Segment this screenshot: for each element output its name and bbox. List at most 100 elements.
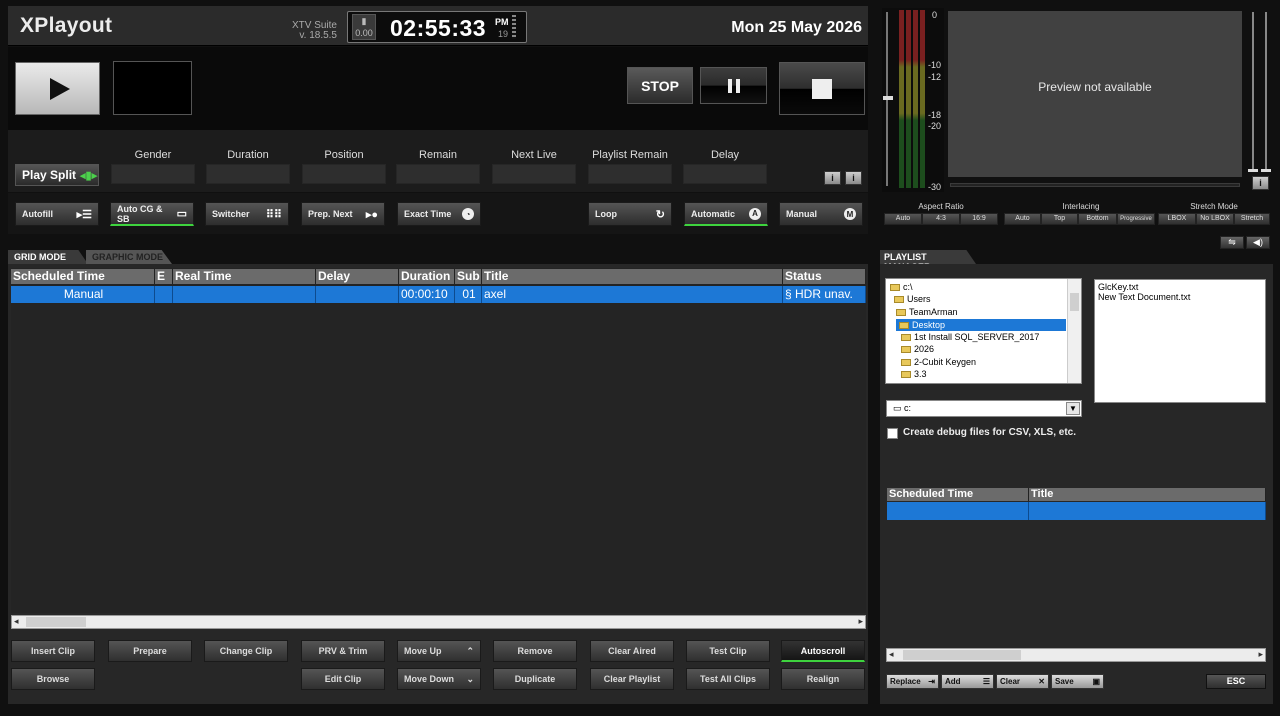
tree-scroll-thumb[interactable] xyxy=(1070,293,1079,311)
info-icon[interactable]: i xyxy=(824,171,841,185)
preview-seek-bar[interactable] xyxy=(950,183,1240,187)
automatic-button[interactable]: Automatic A xyxy=(684,202,768,226)
scroll-right-icon[interactable]: ▸ xyxy=(1258,649,1263,660)
autoscroll-button[interactable]: Autoscroll xyxy=(781,640,865,662)
test-clip-button[interactable]: Test Clip xyxy=(686,640,770,662)
col-status[interactable]: Status xyxy=(783,269,866,284)
debug-files-checkbox[interactable] xyxy=(887,428,898,439)
tree-node[interactable]: TeamArman xyxy=(896,306,958,318)
col-title[interactable]: Title xyxy=(482,269,783,284)
pm-table-row-title[interactable] xyxy=(1029,502,1266,520)
remove-button[interactable]: Remove xyxy=(493,640,577,662)
loop-button[interactable]: Loop ↻ xyxy=(588,202,672,226)
prepare-button[interactable]: Prepare xyxy=(108,640,192,662)
interlace-bottom-button[interactable]: Bottom xyxy=(1078,213,1117,225)
playlist-grid[interactable] xyxy=(11,268,866,613)
autofill-button[interactable]: Autofill ▸☰ xyxy=(15,202,99,226)
aspect-16-9-button[interactable]: 16:9 xyxy=(960,213,998,225)
tree-node-selected[interactable]: Desktop xyxy=(899,319,945,331)
switcher-button[interactable]: Switcher ⠿⠿ xyxy=(205,202,289,226)
tree-node[interactable]: 1st Install SQL_SERVER_2017 xyxy=(901,331,1039,343)
clear-button[interactable]: Clear ✕ xyxy=(996,674,1049,689)
dropdown-arrow-icon[interactable]: ▼ xyxy=(1066,402,1080,415)
file-item[interactable]: GlcKey.txt xyxy=(1098,282,1262,292)
stop-square-button[interactable] xyxy=(779,62,865,115)
pm-col-title[interactable]: Title xyxy=(1029,488,1266,501)
replace-button[interactable]: Replace ⇥ xyxy=(886,674,939,689)
tab-playlist-manager[interactable]: PLAYLIST MANAGER xyxy=(880,250,976,264)
move-up-button[interactable]: Move Up ⌃ xyxy=(397,640,481,662)
left-level-slider[interactable] xyxy=(1252,12,1254,172)
interlace-auto-button[interactable]: Auto xyxy=(1004,213,1041,225)
change-clip-button[interactable]: Change Clip xyxy=(204,640,288,662)
col-duration[interactable]: Duration xyxy=(399,269,455,284)
right-level-slider[interactable] xyxy=(1265,12,1267,172)
prep-next-button[interactable]: Prep. Next ▸● xyxy=(301,202,385,226)
folder-tree[interactable]: c:\ Users TeamArman Desktop 1st Install … xyxy=(885,278,1082,384)
speaker-icon[interactable]: ◀) xyxy=(1246,236,1270,249)
mixer-icon[interactable]: ⇋ xyxy=(1220,236,1244,249)
browse-button[interactable]: Browse xyxy=(11,668,95,690)
vu-label: 0 xyxy=(932,10,938,20)
stretch-lbox-button[interactable]: LBOX xyxy=(1158,213,1196,225)
left-level-knob[interactable] xyxy=(1248,169,1258,172)
tree-node[interactable]: c:\ xyxy=(890,281,913,293)
col-e[interactable]: E xyxy=(155,269,173,284)
realign-button[interactable]: Realign xyxy=(781,668,865,690)
aspect-4-3-button[interactable]: 4:3 xyxy=(922,213,960,225)
volume-slider-knob[interactable] xyxy=(883,96,893,100)
col-real-time[interactable]: Real Time xyxy=(173,269,316,284)
right-level-knob[interactable] xyxy=(1261,169,1271,172)
play-split-button[interactable]: Play Split ◂▮▸ xyxy=(15,164,99,186)
interlace-progressive-button[interactable]: Progressive xyxy=(1117,213,1155,225)
insert-clip-button[interactable]: Insert Clip xyxy=(11,640,95,662)
file-item[interactable]: New Text Document.txt xyxy=(1098,292,1262,302)
pause-button[interactable] xyxy=(700,67,767,104)
info-icon-2[interactable]: i xyxy=(845,171,862,185)
esc-button[interactable]: ESC xyxy=(1206,674,1266,689)
aspect-auto-button[interactable]: Auto xyxy=(884,213,922,225)
tree-scrollbar[interactable] xyxy=(1067,279,1081,383)
edit-clip-button[interactable]: Edit Clip xyxy=(301,668,385,690)
stop-button[interactable]: STOP xyxy=(627,67,693,104)
play-button[interactable] xyxy=(15,62,100,115)
clear-playlist-button[interactable]: Clear Playlist xyxy=(590,668,674,690)
prv-trim-button[interactable]: PRV & Trim xyxy=(301,640,385,662)
grid-horizontal-scrollbar[interactable]: ◂ ▸ xyxy=(11,615,866,629)
scroll-left-icon[interactable]: ◂ xyxy=(889,649,894,660)
pm-horizontal-scrollbar[interactable]: ◂ ▸ xyxy=(886,648,1266,662)
test-all-clips-button[interactable]: Test All Clips xyxy=(686,668,770,690)
exact-time-button[interactable]: Exact Time ◔ xyxy=(397,202,481,226)
col-sub[interactable]: Sub xyxy=(455,269,482,284)
tree-node[interactable]: 2026 xyxy=(901,343,934,355)
clear-aired-button[interactable]: Clear Aired xyxy=(590,640,674,662)
save-button[interactable]: Save ▣ xyxy=(1051,674,1104,689)
add-button[interactable]: Add ☰ xyxy=(941,674,994,689)
file-list[interactable]: GlcKey.txt New Text Document.txt xyxy=(1094,279,1266,403)
stretch-stretch-button[interactable]: Stretch xyxy=(1234,213,1270,225)
preview-info-icon[interactable]: i xyxy=(1252,176,1269,190)
exact-time-label: Exact Time xyxy=(404,209,452,219)
interlace-top-button[interactable]: Top xyxy=(1041,213,1078,225)
col-delay[interactable]: Delay xyxy=(316,269,399,284)
tree-node[interactable]: 2-Cubit Keygen xyxy=(901,356,976,368)
tree-node[interactable]: Users xyxy=(894,293,931,305)
clock-offset[interactable]: ▮ 0.00 xyxy=(352,14,376,40)
scroll-thumb[interactable] xyxy=(26,617,86,627)
pm-table-row[interactable] xyxy=(887,502,1029,520)
drive-select[interactable]: ▭ c: ▼ xyxy=(886,400,1082,417)
tab-graphic-mode[interactable]: GRAPHIC MODE xyxy=(86,250,172,264)
move-down-button[interactable]: Move Down ⌄ xyxy=(397,668,481,690)
col-scheduled-time[interactable]: Scheduled Time xyxy=(11,269,155,284)
scroll-left-icon[interactable]: ◂ xyxy=(14,616,19,627)
duplicate-button[interactable]: Duplicate xyxy=(493,668,577,690)
auto-cg-sb-button[interactable]: Auto CG & SB ▭ xyxy=(110,202,194,226)
manual-button[interactable]: Manual M xyxy=(779,202,863,226)
scroll-right-icon[interactable]: ▸ xyxy=(858,616,863,627)
tree-node[interactable]: 3.3 xyxy=(901,368,927,380)
stretch-no-lbox-button[interactable]: No LBOX xyxy=(1196,213,1234,225)
pm-col-scheduled-time[interactable]: Scheduled Time xyxy=(887,488,1029,501)
scroll-thumb[interactable] xyxy=(903,650,1021,660)
tree-node-label: TeamArman xyxy=(909,307,958,317)
tab-grid-mode[interactable]: GRID MODE xyxy=(8,250,88,264)
